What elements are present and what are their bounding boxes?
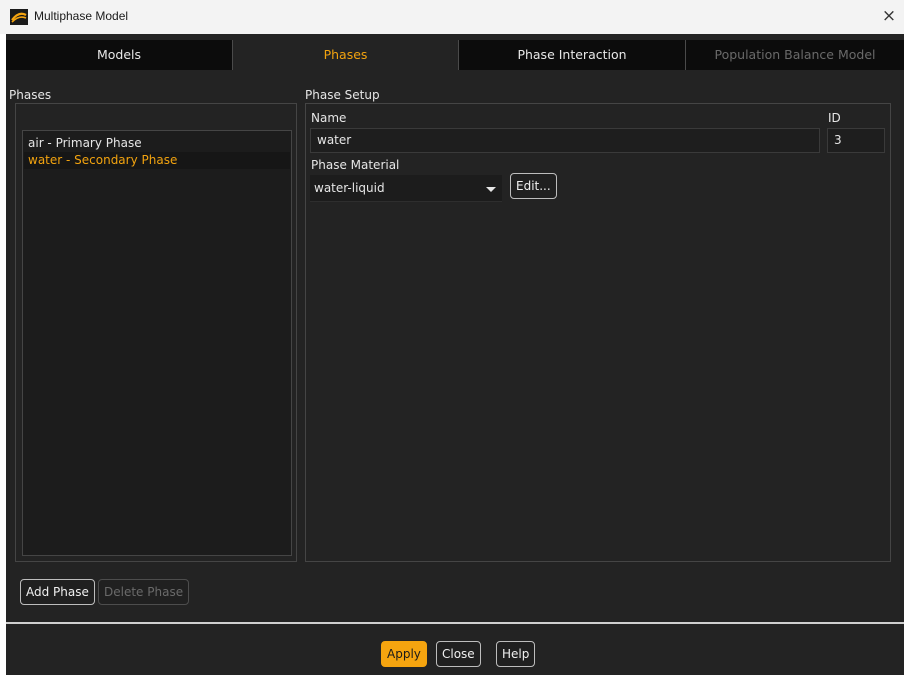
edit-material-button[interactable]: Edit... (510, 173, 557, 199)
close-button[interactable]: Close (436, 641, 481, 667)
tab-population-balance-model: Population Balance Model (714, 47, 876, 62)
window-close-icon[interactable]: × (874, 0, 904, 34)
phase-id-field: 3 (827, 128, 885, 153)
phase-material-label: Phase Material (311, 158, 400, 172)
phases-group: air - Primary Phase water - Secondary Ph… (15, 103, 297, 562)
chevron-down-icon (486, 187, 496, 192)
tab-phases[interactable]: Phases (233, 40, 459, 70)
tab-phase-interaction[interactable]: Phase Interaction (459, 40, 686, 70)
fluent-logo-icon (10, 9, 28, 25)
multiphase-dialog: Models Phases Phase Interaction Populati… (6, 34, 904, 675)
tab-bar: Models Phases Phase Interaction Populati… (6, 40, 904, 70)
footer-divider (6, 622, 904, 624)
phases-list[interactable]: air - Primary Phase water - Secondary Ph… (22, 130, 292, 556)
tab-models[interactable]: Models (6, 40, 233, 70)
title-bar: Multiphase Model × (0, 0, 904, 34)
phase-material-dropdown[interactable]: water-liquid (310, 175, 502, 202)
window-title: Multiphase Model (34, 9, 129, 23)
delete-phase-button: Delete Phase (98, 579, 190, 605)
phase-item-air[interactable]: air - Primary Phase (24, 135, 290, 152)
add-phase-button[interactable]: Add Phase (20, 579, 95, 605)
help-button[interactable]: Help (496, 641, 536, 667)
apply-button[interactable]: Apply (381, 641, 427, 667)
phases-group-label: Phases (9, 88, 52, 102)
id-label: ID (828, 111, 841, 125)
name-label: Name (311, 111, 347, 125)
phase-setup-label: Phase Setup (305, 88, 380, 102)
phase-name-input[interactable]: water (310, 128, 820, 153)
phase-material-value: water-liquid (314, 181, 385, 195)
phase-item-water[interactable]: water - Secondary Phase (24, 152, 290, 169)
